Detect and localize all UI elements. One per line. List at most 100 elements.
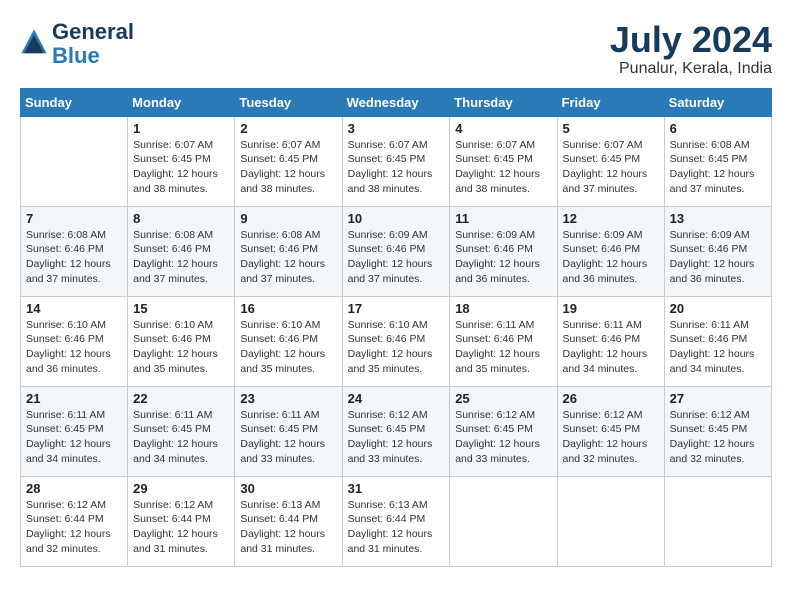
day-info: Sunrise: 6:12 AM Sunset: 6:45 PM Dayligh… <box>670 408 766 467</box>
calendar-cell: 5Sunrise: 6:07 AM Sunset: 6:45 PM Daylig… <box>557 116 664 206</box>
day-info: Sunrise: 6:08 AM Sunset: 6:46 PM Dayligh… <box>240 228 336 287</box>
day-info: Sunrise: 6:09 AM Sunset: 6:46 PM Dayligh… <box>670 228 766 287</box>
calendar-week-5: 28 Sunrise: 6:12 AM Sunset: 6:44 PM Dayli… <box>21 476 772 566</box>
calendar-cell: 11Sunrise: 6:09 AM Sunset: 6:46 PM Dayli… <box>450 206 557 296</box>
calendar-cell: 17Sunrise: 6:10 AM Sunset: 6:46 PM Dayli… <box>342 296 450 386</box>
logo-text: General Blue <box>52 20 134 68</box>
day-info: Sunrise: 6:08 AM Sunset: 6:46 PM Dayligh… <box>26 228 122 287</box>
day-number: 1 <box>133 121 229 136</box>
day-info: Sunrise: 6:10 AM Sunset: 6:46 PM Dayligh… <box>348 318 445 377</box>
title-block: July 2024 Punalur, Kerala, India <box>610 20 772 78</box>
calendar-cell: 22 Sunrise: 6:11 AM Sunset: 6:45 PM Dayli… <box>128 386 235 476</box>
day-number: 20 <box>670 301 766 316</box>
location: Punalur, Kerala, India <box>610 60 772 78</box>
calendar-cell: 1 Sunrise: 6:07 AM Sunset: 6:45 PM Daylig… <box>128 116 235 206</box>
day-info: Sunrise: 6:10 AM Sunset: 6:46 PM Dayligh… <box>240 318 336 377</box>
day-info: Sunrise: 6:12 AM Sunset: 6:45 PM Dayligh… <box>348 408 445 467</box>
calendar-cell: 25 Sunrise: 6:12 AM Sunset: 6:45 PM Dayli… <box>450 386 557 476</box>
day-number: 10 <box>348 211 445 226</box>
col-header-friday: Friday <box>557 88 664 116</box>
day-info: Sunrise: 6:07 AM Sunset: 6:45 PM Dayligh… <box>240 138 336 197</box>
day-info: Sunrise: 6:12 AM Sunset: 6:45 PM Dayligh… <box>563 408 659 467</box>
day-number: 28 <box>26 481 122 496</box>
calendar-cell: 13 Sunrise: 6:09 AM Sunset: 6:46 PM Dayli… <box>664 206 771 296</box>
calendar-cell: 3 Sunrise: 6:07 AM Sunset: 6:45 PM Daylig… <box>342 116 450 206</box>
day-number: 9 <box>240 211 336 226</box>
day-info: Sunrise: 6:08 AM Sunset: 6:45 PM Dayligh… <box>670 138 766 197</box>
calendar-cell <box>557 476 664 566</box>
calendar-cell: 7 Sunrise: 6:08 AM Sunset: 6:46 PM Daylig… <box>21 206 128 296</box>
calendar-cell <box>450 476 557 566</box>
calendar-cell: 10 Sunrise: 6:09 AM Sunset: 6:46 PM Dayli… <box>342 206 450 296</box>
day-number: 23 <box>240 391 336 406</box>
day-info: Sunrise: 6:07 AM Sunset: 6:45 PM Dayligh… <box>455 138 551 197</box>
day-info: Sunrise: 6:10 AM Sunset: 6:46 PM Dayligh… <box>133 318 229 377</box>
day-number: 19 <box>563 301 659 316</box>
day-number: 2 <box>240 121 336 136</box>
day-info: Sunrise: 6:11 AM Sunset: 6:45 PM Dayligh… <box>240 408 336 467</box>
calendar-cell: 30Sunrise: 6:13 AM Sunset: 6:44 PM Dayli… <box>235 476 342 566</box>
day-info: Sunrise: 6:07 AM Sunset: 6:45 PM Dayligh… <box>133 138 229 197</box>
calendar-cell: 16 Sunrise: 6:10 AM Sunset: 6:46 PM Dayli… <box>235 296 342 386</box>
calendar-cell: 23 Sunrise: 6:11 AM Sunset: 6:45 PM Dayli… <box>235 386 342 476</box>
calendar-cell: 8Sunrise: 6:08 AM Sunset: 6:46 PM Daylig… <box>128 206 235 296</box>
calendar-cell: 28 Sunrise: 6:12 AM Sunset: 6:44 PM Dayli… <box>21 476 128 566</box>
day-number: 13 <box>670 211 766 226</box>
day-info: Sunrise: 6:09 AM Sunset: 6:46 PM Dayligh… <box>348 228 445 287</box>
day-number: 25 <box>455 391 551 406</box>
day-number: 16 <box>240 301 336 316</box>
calendar-cell: 2 Sunrise: 6:07 AM Sunset: 6:45 PM Daylig… <box>235 116 342 206</box>
day-info: Sunrise: 6:07 AM Sunset: 6:45 PM Dayligh… <box>348 138 445 197</box>
day-number: 29 <box>133 481 229 496</box>
day-info: Sunrise: 6:12 AM Sunset: 6:44 PM Dayligh… <box>133 498 229 557</box>
page-header: General Blue July 2024 Punalur, Kerala, … <box>20 20 772 78</box>
calendar-cell: 19 Sunrise: 6:11 AM Sunset: 6:46 PM Dayli… <box>557 296 664 386</box>
day-info: Sunrise: 6:08 AM Sunset: 6:46 PM Dayligh… <box>133 228 229 287</box>
day-number: 11 <box>455 211 551 226</box>
day-info: Sunrise: 6:12 AM Sunset: 6:45 PM Dayligh… <box>455 408 551 467</box>
calendar-cell: 14 Sunrise: 6:10 AM Sunset: 6:46 PM Dayli… <box>21 296 128 386</box>
logo-icon <box>20 28 48 56</box>
day-info: Sunrise: 6:11 AM Sunset: 6:46 PM Dayligh… <box>670 318 766 377</box>
calendar-cell: 31 Sunrise: 6:13 AM Sunset: 6:44 PM Dayli… <box>342 476 450 566</box>
logo: General Blue <box>20 20 134 68</box>
calendar-cell: 6Sunrise: 6:08 AM Sunset: 6:45 PM Daylig… <box>664 116 771 206</box>
day-number: 7 <box>26 211 122 226</box>
col-header-tuesday: Tuesday <box>235 88 342 116</box>
col-header-sunday: Sunday <box>21 88 128 116</box>
day-number: 21 <box>26 391 122 406</box>
day-info: Sunrise: 6:11 AM Sunset: 6:46 PM Dayligh… <box>563 318 659 377</box>
calendar-cell: 15 Sunrise: 6:10 AM Sunset: 6:46 PM Dayli… <box>128 296 235 386</box>
day-number: 27 <box>670 391 766 406</box>
day-info: Sunrise: 6:12 AM Sunset: 6:44 PM Dayligh… <box>26 498 122 557</box>
calendar-cell: 26Sunrise: 6:12 AM Sunset: 6:45 PM Dayli… <box>557 386 664 476</box>
calendar-week-2: 7 Sunrise: 6:08 AM Sunset: 6:46 PM Daylig… <box>21 206 772 296</box>
day-number: 3 <box>348 121 445 136</box>
col-header-monday: Monday <box>128 88 235 116</box>
day-number: 31 <box>348 481 445 496</box>
calendar-cell: 4 Sunrise: 6:07 AM Sunset: 6:45 PM Daylig… <box>450 116 557 206</box>
calendar-header-row: SundayMondayTuesdayWednesdayThursdayFrid… <box>21 88 772 116</box>
day-number: 15 <box>133 301 229 316</box>
calendar-week-4: 21 Sunrise: 6:11 AM Sunset: 6:45 PM Dayli… <box>21 386 772 476</box>
day-number: 14 <box>26 301 122 316</box>
day-number: 18 <box>455 301 551 316</box>
day-info: Sunrise: 6:11 AM Sunset: 6:45 PM Dayligh… <box>133 408 229 467</box>
day-info: Sunrise: 6:11 AM Sunset: 6:46 PM Dayligh… <box>455 318 551 377</box>
day-number: 4 <box>455 121 551 136</box>
col-header-saturday: Saturday <box>664 88 771 116</box>
day-info: Sunrise: 6:10 AM Sunset: 6:46 PM Dayligh… <box>26 318 122 377</box>
day-number: 5 <box>563 121 659 136</box>
calendar-cell: 21 Sunrise: 6:11 AM Sunset: 6:45 PM Dayli… <box>21 386 128 476</box>
calendar-cell <box>21 116 128 206</box>
calendar-cell: 24 Sunrise: 6:12 AM Sunset: 6:45 PM Dayli… <box>342 386 450 476</box>
calendar-week-1: 1 Sunrise: 6:07 AM Sunset: 6:45 PM Daylig… <box>21 116 772 206</box>
day-info: Sunrise: 6:13 AM Sunset: 6:44 PM Dayligh… <box>348 498 445 557</box>
day-info: Sunrise: 6:11 AM Sunset: 6:45 PM Dayligh… <box>26 408 122 467</box>
calendar-cell: 12Sunrise: 6:09 AM Sunset: 6:46 PM Dayli… <box>557 206 664 296</box>
day-number: 24 <box>348 391 445 406</box>
calendar-week-3: 14 Sunrise: 6:10 AM Sunset: 6:46 PM Dayli… <box>21 296 772 386</box>
day-info: Sunrise: 6:13 AM Sunset: 6:44 PM Dayligh… <box>240 498 336 557</box>
month-year: July 2024 <box>610 20 772 60</box>
day-number: 22 <box>133 391 229 406</box>
